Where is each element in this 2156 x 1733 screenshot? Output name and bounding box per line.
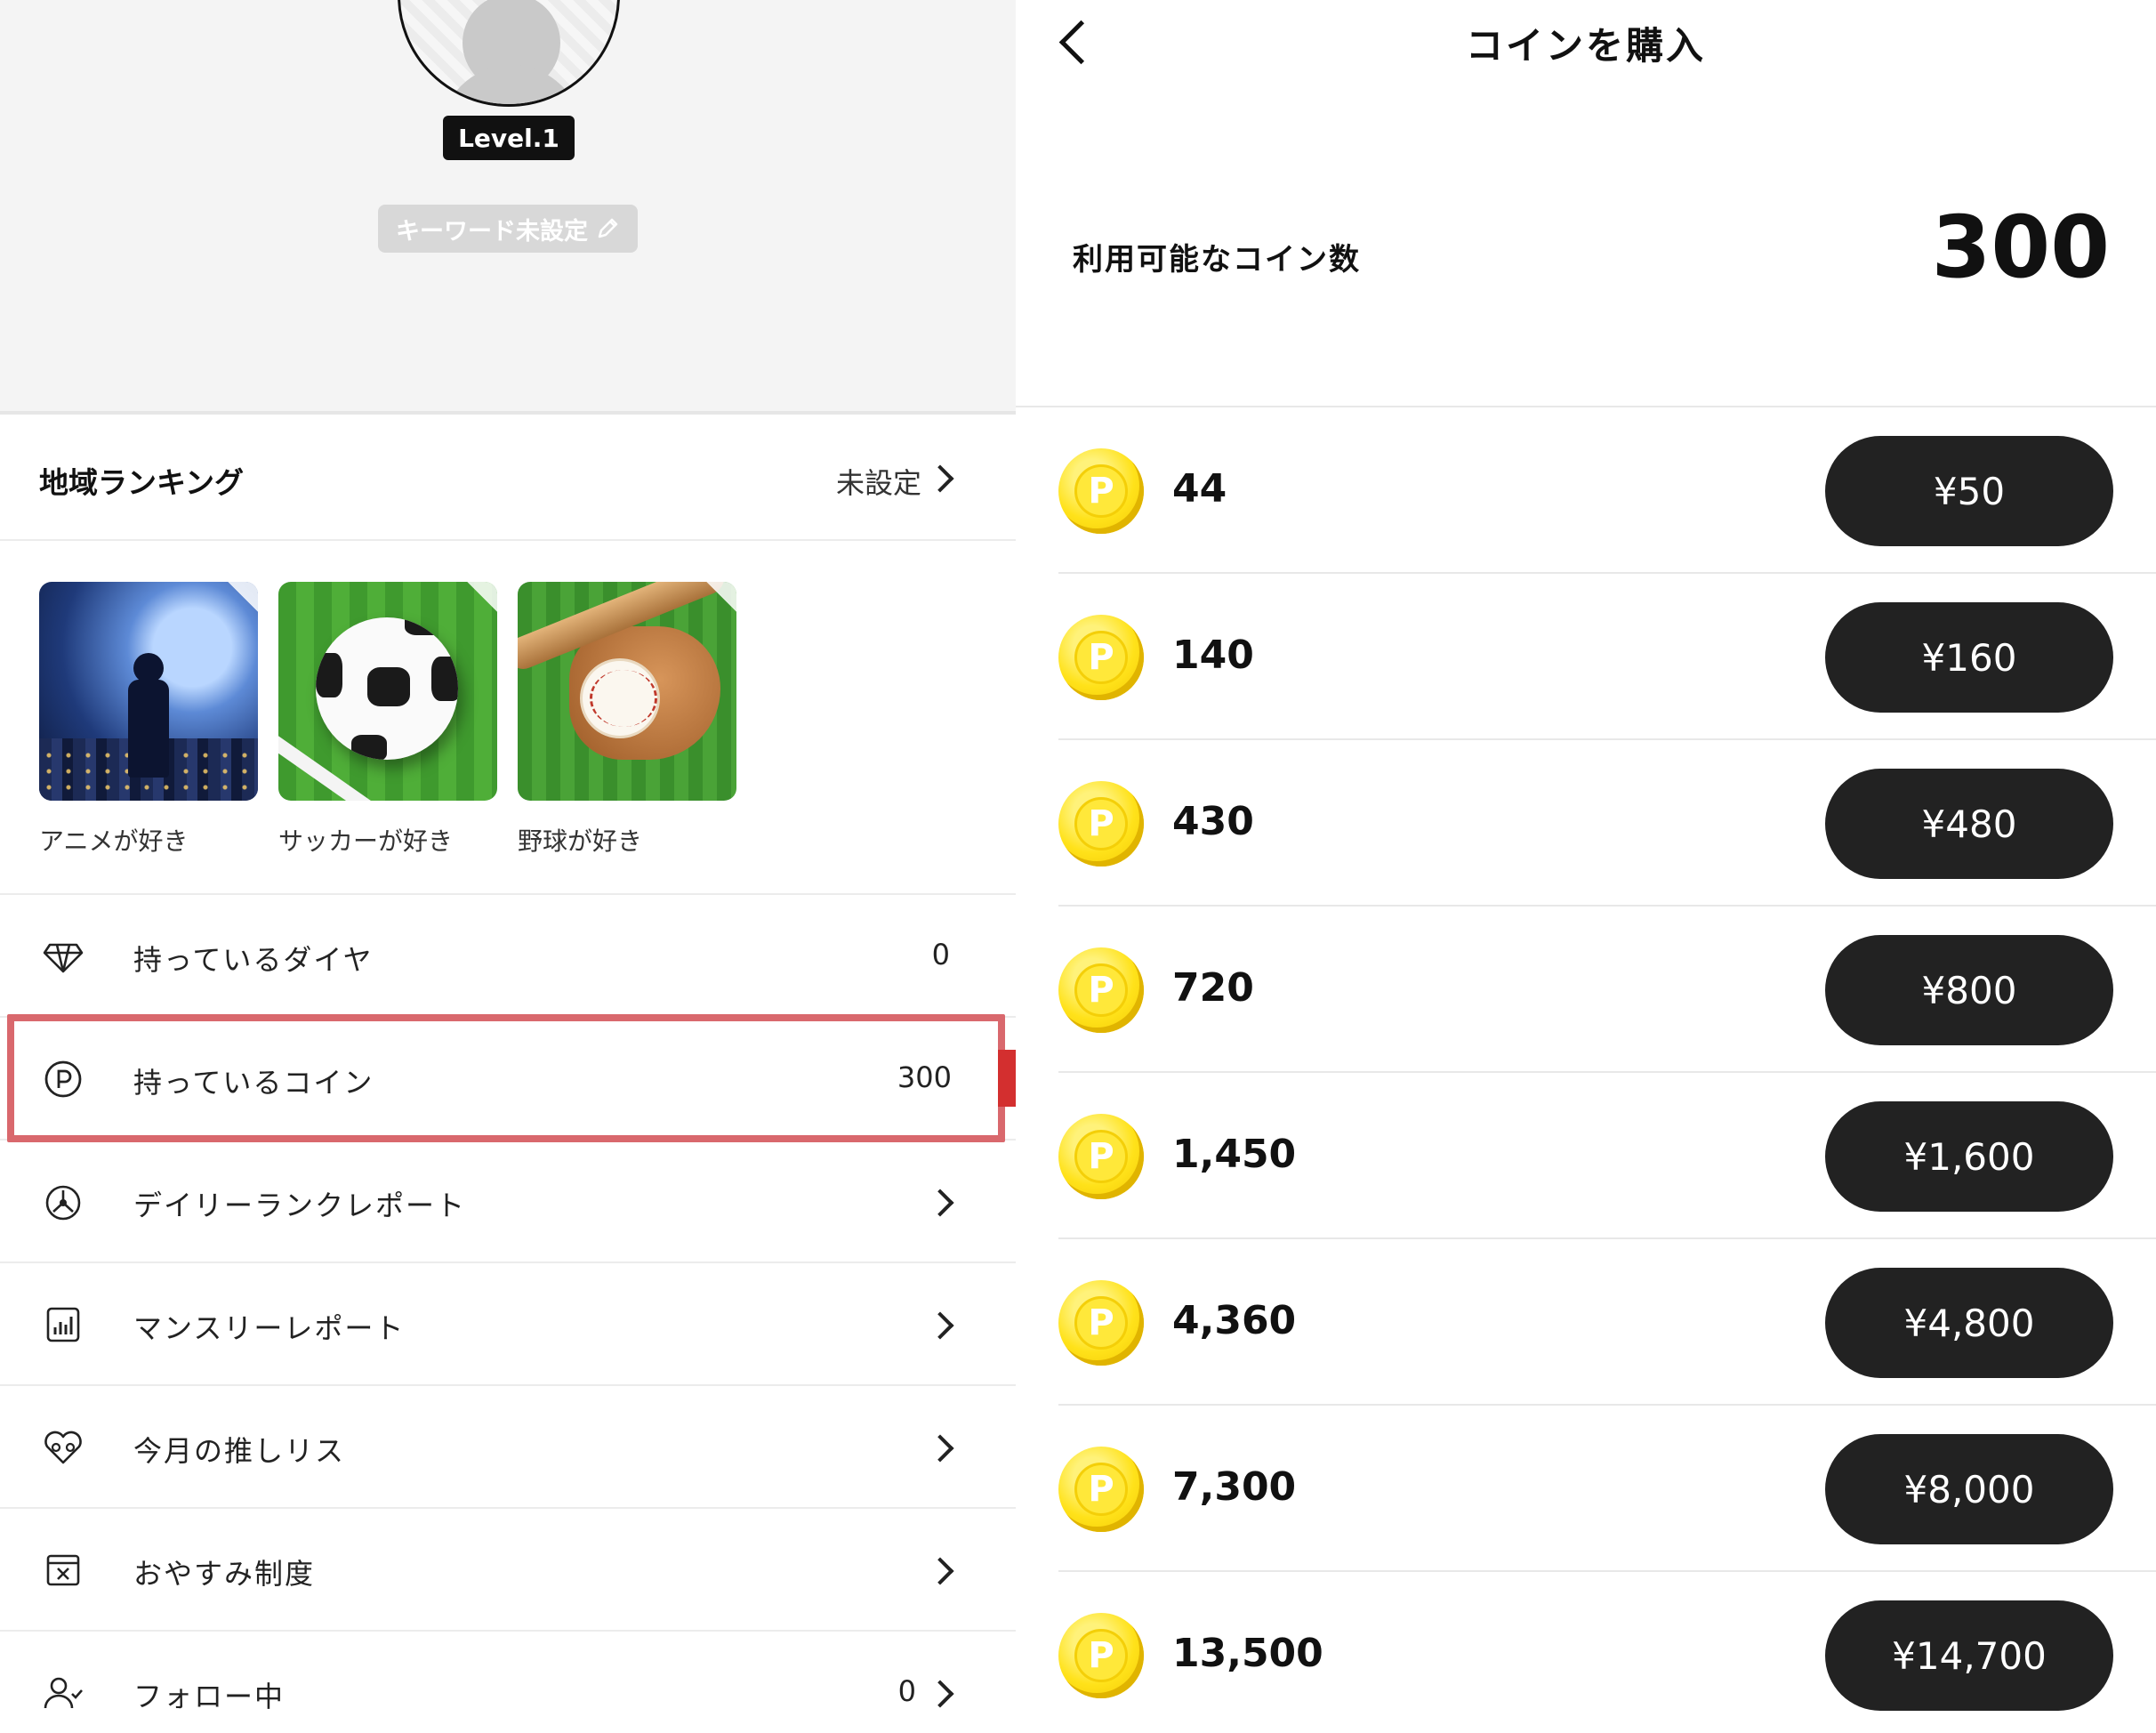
soccer-thumbnail	[278, 582, 497, 801]
daily-rank-icon	[45, 1185, 81, 1221]
package-coin-amount: 7,300	[1172, 1464, 1297, 1510]
baseball-thumbnail	[518, 582, 736, 801]
coin-icon: P	[1058, 448, 1144, 534]
interest-item-anime[interactable]: アニメが好き	[39, 582, 258, 858]
interest-list: アニメが好き サッカーが好き 野球が好き	[0, 543, 1016, 895]
buy-price-button[interactable]: ¥1,600	[1825, 1101, 2113, 1212]
menu-item-label: 持っているコイン	[133, 1066, 374, 1100]
region-ranking-title: 地域ランキング	[39, 465, 245, 500]
buy-price-button[interactable]: ¥800	[1825, 935, 2113, 1045]
coin-icon: P	[1058, 1114, 1144, 1199]
coin-package-row: P 720 ¥800	[1058, 907, 2156, 1073]
coin-package-row: P 4,360 ¥4,800	[1058, 1239, 2156, 1406]
chevron-right-icon	[926, 464, 954, 493]
menu-item-daily-rank-report[interactable]: デイリーランクレポート	[0, 1141, 1016, 1263]
buy-price-button[interactable]: ¥50	[1825, 436, 2113, 546]
calendar-x-icon	[46, 1554, 80, 1586]
coin-package-row: P 430 ¥480	[1058, 740, 2156, 907]
package-coin-amount: 44	[1172, 466, 1227, 512]
menu-item-label: 持っているダイヤ	[133, 943, 374, 977]
balance-label: 利用可能なコイン数	[1073, 242, 1361, 278]
interest-item-soccer[interactable]: サッカーが好き	[278, 582, 497, 858]
coin-count: 300	[897, 1060, 952, 1094]
level-badge: Level.1	[443, 116, 575, 160]
buy-price-button[interactable]: ¥160	[1825, 602, 2113, 713]
chevron-right-icon	[926, 1680, 954, 1708]
following-count: 0	[897, 1674, 916, 1708]
menu-item-rest-system[interactable]: おやすみ制度	[0, 1509, 1016, 1632]
coin-icon: P	[1058, 1613, 1144, 1698]
buy-price-button[interactable]: ¥14,700	[1825, 1600, 2113, 1711]
interest-item-baseball[interactable]: 野球が好き	[518, 582, 736, 858]
page-title: コインを購入	[1465, 24, 1706, 68]
menu-item-label: フォロー中	[133, 1680, 286, 1713]
chevron-right-icon	[926, 1557, 954, 1585]
package-coin-amount: 140	[1172, 633, 1254, 678]
menu-item-label: デイリーランクレポート	[133, 1189, 467, 1222]
coin-icon: P	[1058, 781, 1144, 866]
menu-item-following[interactable]: フォロー中 0	[0, 1632, 1016, 1733]
package-coin-amount: 720	[1172, 965, 1254, 1011]
chevron-right-icon	[926, 1189, 954, 1217]
diamond-count: 0	[931, 938, 950, 971]
package-coin-amount: 4,360	[1172, 1298, 1297, 1343]
interest-label: 野球が好き	[518, 826, 643, 856]
menu-item-coins[interactable]: 持っているコイン 300	[0, 1018, 1016, 1141]
coin-package-row: P 7,300 ¥8,000	[1058, 1406, 2156, 1572]
menu-item-monthly-favorites[interactable]: 今月の推しリス	[0, 1386, 1016, 1509]
balance-value: 300	[1931, 197, 2110, 297]
menu-item-diamonds[interactable]: 持っているダイヤ 0	[0, 895, 1016, 1018]
pencil-icon	[598, 218, 618, 238]
person-follow-icon	[44, 1677, 83, 1709]
package-coin-amount: 1,450	[1172, 1132, 1297, 1177]
region-ranking-row[interactable]: 地域ランキング 未設定	[0, 418, 1016, 541]
monthly-report-icon	[46, 1307, 80, 1342]
coin-package-row: P 44 ¥50	[1058, 407, 2156, 574]
interest-label: サッカーが好き	[278, 826, 454, 856]
package-coin-amount: 430	[1172, 799, 1254, 844]
coin-package-row: P 13,500 ¥14,700	[1058, 1572, 2156, 1733]
avatar[interactable]	[398, 0, 620, 107]
package-coin-amount: 13,500	[1172, 1631, 1323, 1676]
buy-price-button[interactable]: ¥480	[1825, 769, 2113, 879]
coin-package-row: P 1,450 ¥1,600	[1058, 1073, 2156, 1239]
buy-price-button[interactable]: ¥8,000	[1825, 1434, 2113, 1544]
avatar-body-shape	[440, 65, 583, 104]
keyword-edit-button[interactable]: キーワード未設定	[378, 205, 638, 253]
coin-icon: P	[1058, 947, 1144, 1033]
interest-label: アニメが好き	[39, 826, 189, 856]
coin-purchase-screen: コインを購入 利用可能なコイン数 300 P 44 ¥50 P 140 ¥160 P 430 ¥…	[1016, 0, 2156, 1733]
diamond-icon	[43, 943, 84, 973]
anime-thumbnail	[39, 582, 258, 801]
coin-icon: P	[1058, 1280, 1144, 1366]
heart-list-icon	[44, 1431, 82, 1464]
profile-panel: Level.1 キーワード未設定 地域ランキング 未設定 アニメが好き サッカー…	[0, 0, 1016, 1733]
menu-item-label: 今月の推しリス	[133, 1434, 346, 1468]
menu-item-label: マンスリーレポート	[133, 1311, 406, 1345]
coin-icon	[44, 1060, 82, 1098]
region-ranking-value: 未設定	[835, 466, 921, 500]
buy-price-button[interactable]: ¥4,800	[1825, 1268, 2113, 1378]
chevron-right-icon	[926, 1434, 954, 1463]
coin-icon: P	[1058, 615, 1144, 700]
profile-header: Level.1 キーワード未設定	[0, 0, 1016, 415]
menu-item-monthly-report[interactable]: マンスリーレポート	[0, 1263, 1016, 1386]
coin-package-row: P 140 ¥160	[1058, 574, 2156, 740]
chevron-right-icon	[926, 1311, 954, 1340]
keyword-label: キーワード未設定	[396, 217, 588, 246]
menu-item-label: おやすみ制度	[133, 1557, 316, 1591]
coin-icon: P	[1058, 1447, 1144, 1532]
